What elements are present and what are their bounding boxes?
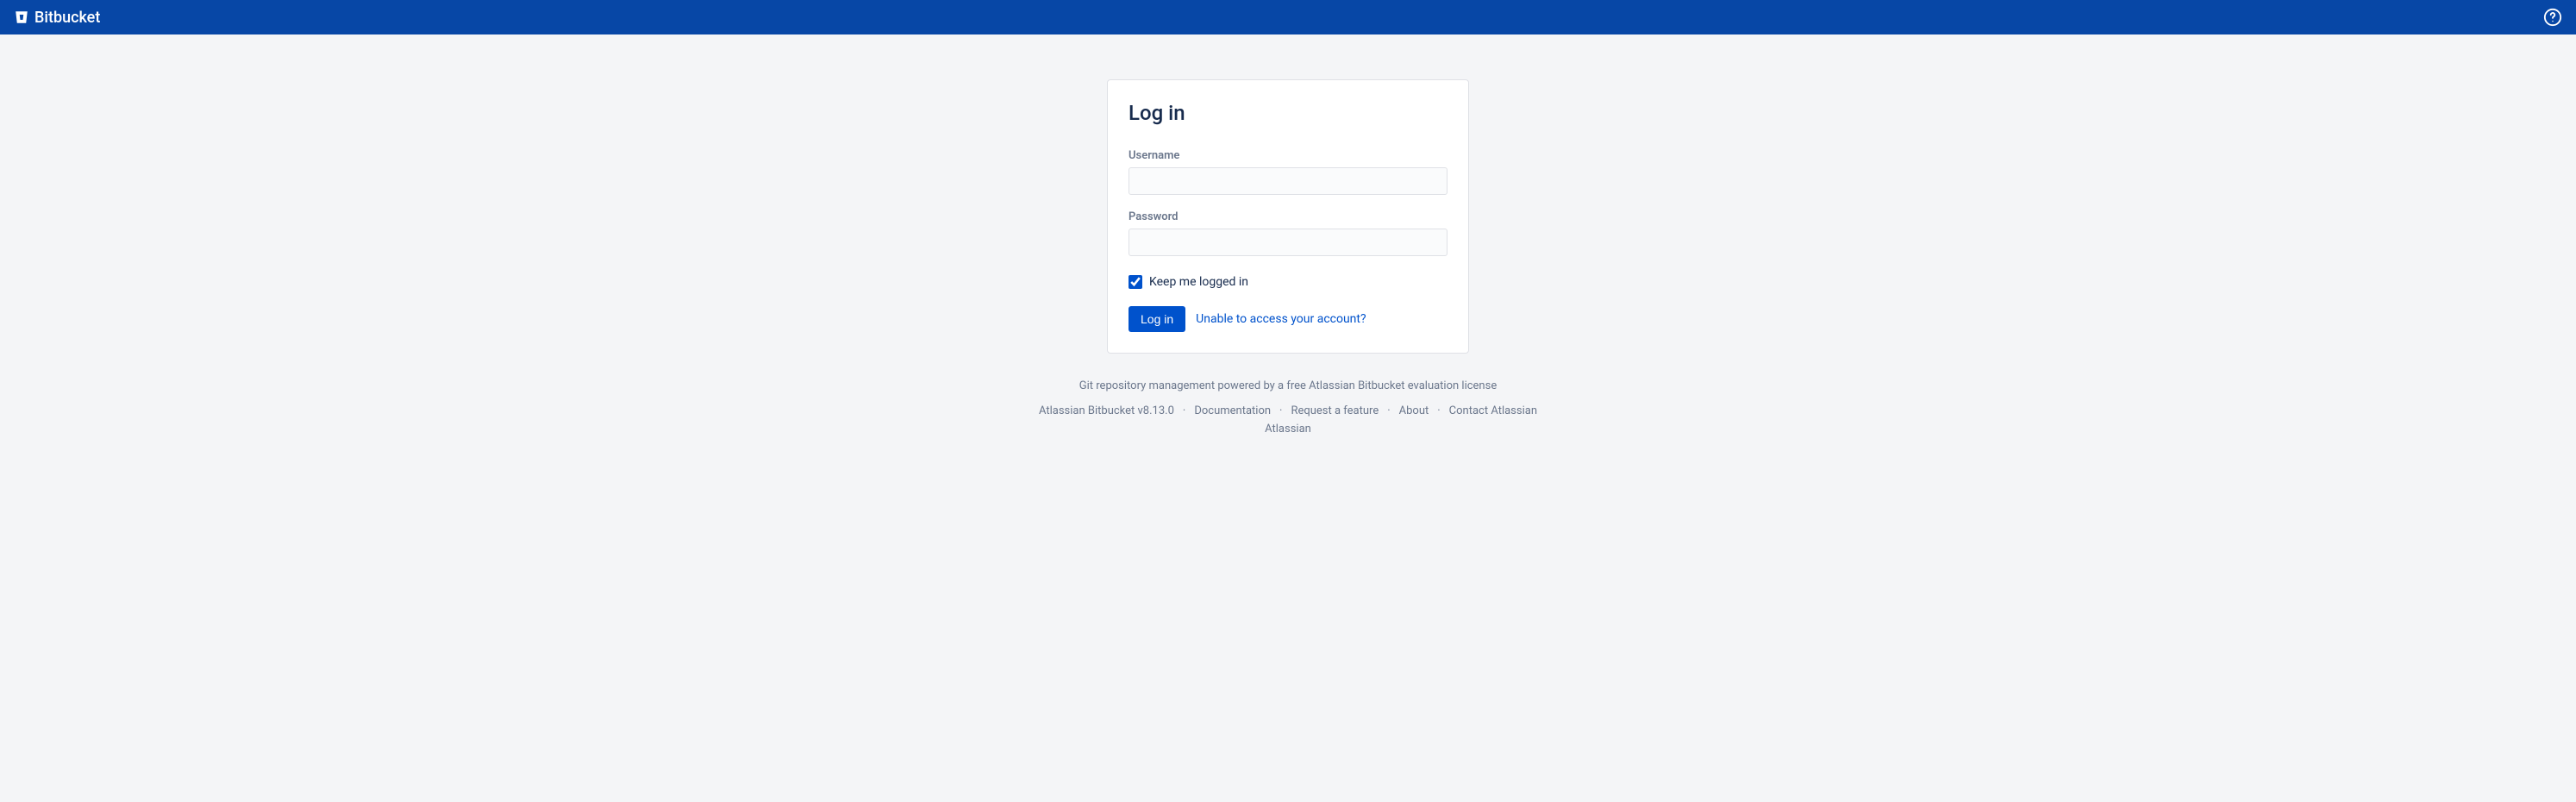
keep-logged-in-checkbox[interactable] — [1129, 275, 1142, 289]
password-input[interactable] — [1129, 229, 1447, 256]
username-label: Username — [1129, 149, 1447, 162]
footer-second-row: Atlassian — [1039, 423, 1537, 435]
footer-request-feature-link[interactable]: Request a feature — [1291, 404, 1379, 417]
password-label: Password — [1129, 210, 1447, 223]
footer-separator: · — [1387, 404, 1390, 417]
keep-logged-in-row: Keep me logged in — [1129, 275, 1447, 289]
footer-version: Atlassian Bitbucket v8.13.0 — [1039, 404, 1174, 417]
footer: Git repository management powered by a f… — [1039, 379, 1537, 435]
keep-logged-in-label[interactable]: Keep me logged in — [1149, 275, 1248, 289]
login-button[interactable]: Log in — [1129, 306, 1185, 332]
product-name: Bitbucket — [34, 9, 100, 27]
product-logo[interactable]: Bitbucket — [14, 9, 100, 27]
footer-atlassian-link[interactable]: Atlassian — [1265, 423, 1311, 435]
footer-contact-link[interactable]: Contact Atlassian — [1449, 404, 1537, 417]
footer-about-link[interactable]: About — [1399, 404, 1429, 417]
username-input[interactable] — [1129, 167, 1447, 195]
login-actions: Log in Unable to access your account? — [1129, 306, 1447, 332]
main-content: Log in Username Password Keep me logged … — [0, 34, 2576, 435]
login-title: Log in — [1129, 101, 1447, 125]
footer-links-row: Atlassian Bitbucket v8.13.0 · Documentat… — [1039, 404, 1537, 417]
footer-documentation-link[interactable]: Documentation — [1194, 404, 1271, 417]
login-card: Log in Username Password Keep me logged … — [1107, 79, 1469, 354]
unable-access-link[interactable]: Unable to access your account? — [1196, 312, 1366, 326]
help-icon[interactable] — [2543, 8, 2562, 27]
global-header: Bitbucket — [0, 0, 2576, 34]
footer-separator: · — [1437, 404, 1440, 417]
footer-separator: · — [1279, 404, 1282, 417]
footer-separator: · — [1183, 404, 1185, 417]
footer-tagline: Git repository management powered by a f… — [1039, 379, 1537, 392]
bitbucket-icon — [14, 9, 29, 25]
